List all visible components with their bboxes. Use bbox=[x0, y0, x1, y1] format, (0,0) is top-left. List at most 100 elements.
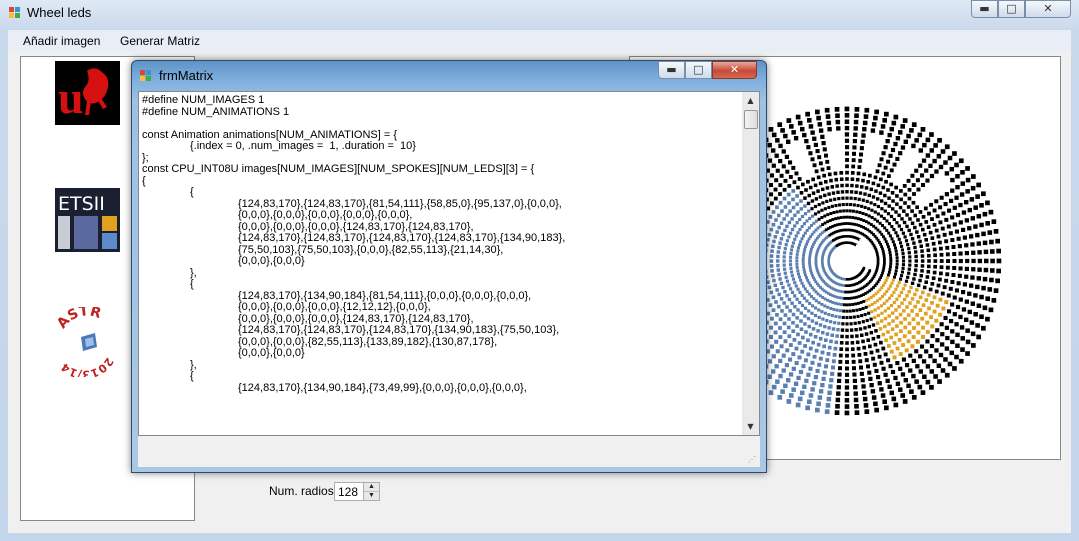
wheel-led bbox=[795, 256, 799, 260]
wheel-led bbox=[924, 238, 928, 242]
vertical-scrollbar[interactable]: ▲ ▼ bbox=[742, 92, 759, 435]
wheel-led bbox=[856, 346, 861, 351]
wheel-led bbox=[794, 234, 798, 238]
wheel-led bbox=[820, 167, 825, 172]
main-title-bar[interactable]: Wheel leds ▬ □ ✕ bbox=[0, 0, 1079, 28]
wheel-led bbox=[852, 209, 855, 213]
num-radios-stepper[interactable]: 128 ▲ ▼ bbox=[334, 482, 380, 501]
scroll-thumb[interactable] bbox=[744, 110, 758, 129]
wheel-led bbox=[774, 178, 779, 183]
wheel-led bbox=[805, 242, 808, 246]
wheel-led bbox=[797, 246, 800, 250]
wheel-led bbox=[771, 244, 775, 248]
wheel-led bbox=[918, 278, 922, 283]
wheel-led bbox=[853, 321, 857, 325]
wheel-led bbox=[775, 313, 779, 317]
wheel-led bbox=[975, 323, 980, 328]
wheel-led bbox=[810, 199, 815, 203]
wheel-led bbox=[788, 209, 792, 213]
scroll-down-icon[interactable]: ▼ bbox=[742, 418, 759, 435]
wheel-led bbox=[901, 263, 905, 267]
wheel-led bbox=[952, 205, 957, 210]
wheel-led bbox=[908, 255, 912, 259]
wheel-led bbox=[869, 201, 873, 205]
wheel-led bbox=[921, 325, 925, 330]
menu-bar: Añadir imagen Generar Matriz bbox=[8, 30, 1071, 52]
wheel-led bbox=[838, 164, 843, 169]
wheel-led bbox=[877, 136, 882, 141]
wheel-led bbox=[912, 277, 916, 281]
menu-anadir-imagen[interactable]: Añadir imagen bbox=[23, 34, 100, 48]
wheel-led bbox=[984, 258, 989, 264]
astr-logo[interactable]: ASTR 2013/14 bbox=[51, 307, 123, 377]
wheel-led bbox=[805, 290, 809, 293]
main-minimize-button[interactable]: ▬ bbox=[971, 0, 998, 18]
wheel-led bbox=[785, 224, 789, 229]
wheel-led bbox=[883, 145, 888, 150]
wheel-led bbox=[977, 250, 982, 255]
wheel-led bbox=[947, 309, 952, 314]
wheel-led bbox=[895, 194, 899, 198]
wheel-led bbox=[907, 228, 911, 233]
wheel-led bbox=[768, 127, 774, 132]
spin-up-icon[interactable]: ▲ bbox=[364, 483, 379, 491]
wheel-led bbox=[830, 371, 835, 376]
wheel-led bbox=[780, 128, 785, 133]
dialog-minimize-button[interactable]: ▬ bbox=[658, 61, 685, 79]
wheel-led bbox=[876, 197, 880, 201]
wheel-led bbox=[904, 348, 909, 353]
wheel-led bbox=[852, 203, 856, 207]
menu-generar-matriz[interactable]: Generar Matriz bbox=[120, 34, 200, 48]
wheel-led bbox=[816, 115, 821, 121]
spin-down-icon[interactable]: ▼ bbox=[364, 491, 379, 500]
wheel-led bbox=[854, 328, 858, 332]
wheel-led bbox=[863, 205, 867, 209]
wheel-led bbox=[883, 372, 888, 377]
etsii-logo[interactable]: ETSII bbox=[55, 188, 120, 252]
dialog-client-area: #define NUM_IMAGES 1 #define NUM_ANIMATIO… bbox=[138, 91, 760, 467]
wheel-led bbox=[889, 168, 894, 173]
wheel-led bbox=[861, 339, 865, 344]
wheel-led bbox=[958, 314, 963, 320]
wheel-led bbox=[919, 244, 923, 248]
main-close-button[interactable]: ✕ bbox=[1025, 0, 1071, 18]
num-radios-spin[interactable]: ▲ ▼ bbox=[363, 483, 379, 500]
wheel-led bbox=[921, 335, 925, 339]
wheel-led bbox=[784, 154, 789, 159]
wheel-led bbox=[815, 109, 820, 115]
matrix-code-text[interactable]: #define NUM_IMAGES 1 #define NUM_ANIMATIO… bbox=[142, 94, 739, 394]
dialog-close-button[interactable]: ✕ bbox=[712, 61, 757, 79]
code-line: }, bbox=[142, 358, 197, 371]
wheel-led bbox=[892, 300, 896, 305]
wheel-led bbox=[811, 177, 815, 182]
wheel-led bbox=[930, 334, 935, 339]
wheel-led bbox=[900, 217, 904, 221]
matrix-code-textbox[interactable]: #define NUM_IMAGES 1 #define NUM_ANIMATIO… bbox=[138, 91, 760, 436]
wheel-led bbox=[940, 185, 945, 190]
universidad-logo[interactable]: u bbox=[55, 61, 120, 125]
resize-grip-icon[interactable]: ⋰ bbox=[748, 455, 758, 465]
wheel-led bbox=[954, 229, 959, 234]
main-maximize-button[interactable]: □ bbox=[998, 0, 1025, 18]
scroll-up-icon[interactable]: ▲ bbox=[742, 92, 759, 109]
wheel-led bbox=[932, 208, 937, 213]
wheel-led bbox=[795, 252, 799, 256]
wheel-led bbox=[886, 159, 891, 164]
wheel-led bbox=[825, 114, 831, 119]
wheel-led bbox=[858, 359, 863, 364]
wheel-led bbox=[801, 182, 805, 187]
wheel-led bbox=[920, 264, 925, 268]
wheel-led bbox=[826, 396, 832, 402]
wheel-led bbox=[805, 299, 809, 303]
wheel-led bbox=[796, 185, 800, 190]
wheel-led bbox=[949, 198, 954, 203]
wheel-led bbox=[791, 205, 796, 210]
wheel-led bbox=[779, 221, 784, 225]
wheel-led bbox=[873, 203, 877, 207]
wheel-led bbox=[780, 389, 785, 394]
wheel-led bbox=[842, 209, 846, 213]
num-radios-value[interactable]: 128 bbox=[338, 485, 358, 499]
wheel-led bbox=[945, 181, 950, 187]
wheel-led bbox=[775, 168, 780, 173]
dialog-maximize-button[interactable]: □ bbox=[685, 61, 712, 79]
